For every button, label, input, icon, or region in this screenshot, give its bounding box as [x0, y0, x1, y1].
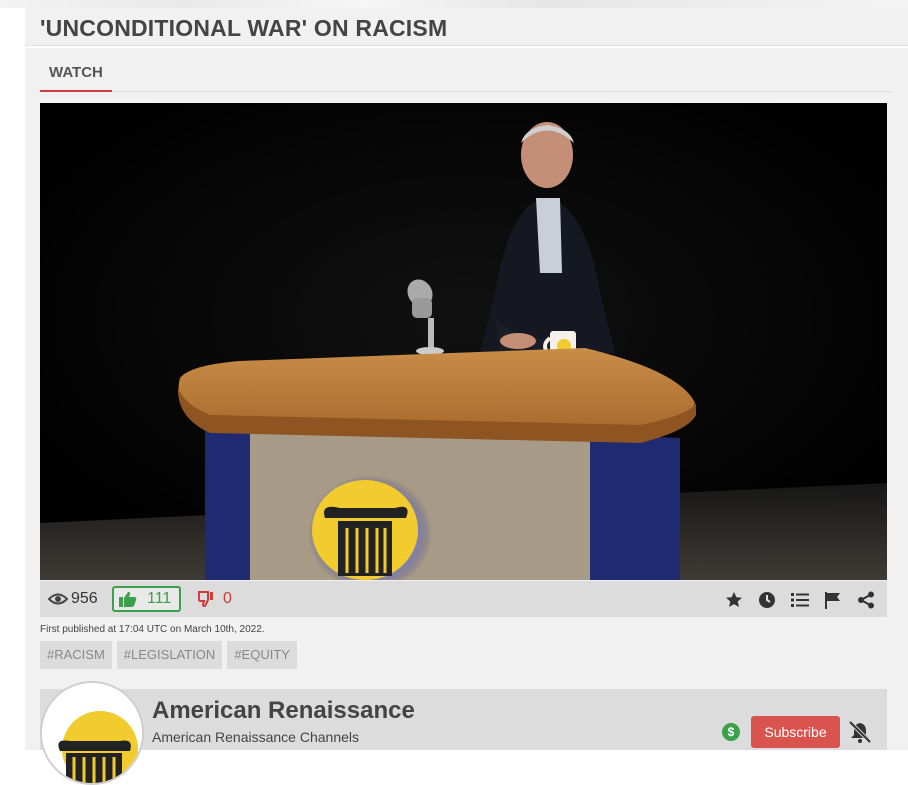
- playlist-button[interactable]: [783, 590, 816, 610]
- tag-list: #RACISM #LEGISLATION #EQUITY: [40, 641, 302, 669]
- tag-racism[interactable]: #RACISM: [40, 641, 112, 669]
- list-icon: [790, 593, 809, 607]
- channel-avatar[interactable]: [40, 681, 144, 785]
- channel-logo-icon: [42, 683, 142, 783]
- tip-dollar-icon[interactable]: $: [722, 723, 740, 741]
- flag-icon: [824, 592, 840, 609]
- tab-watch[interactable]: WATCH: [40, 56, 112, 92]
- video-frame: [40, 103, 887, 580]
- video-player[interactable]: [40, 103, 887, 580]
- thumbs-down-icon: [198, 591, 213, 607]
- thumbs-up-icon: [119, 591, 137, 607]
- published-date: First published at 17:04 UTC on March 10…: [40, 624, 265, 635]
- subscribe-button[interactable]: Subscribe: [751, 716, 840, 748]
- top-banner-strip: [0, 0, 908, 8]
- channel-subtitle: American Renaissance Channels: [152, 729, 359, 745]
- bell-slash-icon: [848, 720, 872, 744]
- dislike-button[interactable]: 0: [198, 590, 232, 608]
- favorite-button[interactable]: [717, 590, 750, 610]
- share-button[interactable]: [849, 590, 882, 610]
- share-icon: [857, 591, 874, 609]
- page-title: 'UNCONDITIONAL WAR' ON RACISM: [40, 15, 448, 41]
- tag-legislation[interactable]: #LEGISLATION: [116, 641, 223, 669]
- eye-icon: [48, 593, 68, 605]
- stats-bar: 956 111 0: [40, 581, 887, 617]
- video-actions: [717, 590, 882, 610]
- tab-row: WATCH: [40, 56, 892, 92]
- clock-icon: [758, 592, 775, 608]
- like-count: 111: [147, 590, 172, 607]
- view-count-value: 956: [71, 590, 98, 607]
- dislike-count: 0: [223, 590, 232, 607]
- notifications-button[interactable]: [848, 720, 872, 744]
- star-icon: [725, 592, 742, 607]
- tag-equity[interactable]: #EQUITY: [227, 641, 297, 669]
- like-button[interactable]: 111: [112, 586, 181, 612]
- view-count: 956: [48, 590, 98, 608]
- report-button[interactable]: [816, 590, 849, 610]
- channel-name[interactable]: American Renaissance: [152, 697, 415, 725]
- watch-later-button[interactable]: [750, 590, 783, 610]
- title-bar: 'UNCONDITIONAL WAR' ON RACISM: [25, 8, 908, 46]
- video-panel: WATCH 956 111 0 First published at 17:04…: [25, 48, 908, 785]
